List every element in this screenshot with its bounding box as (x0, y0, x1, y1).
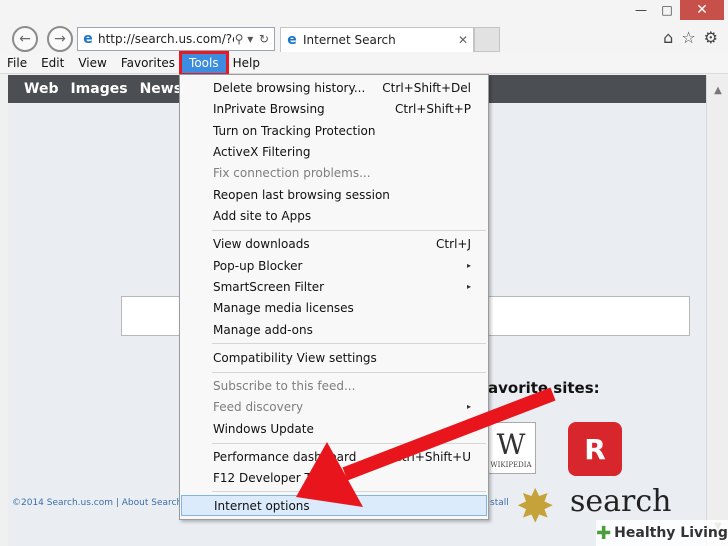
menu-item-activex-filtering[interactable]: ActiveX Filtering (181, 141, 487, 162)
menu-separator (212, 443, 486, 444)
shopping-cart-tile[interactable]: R (568, 422, 622, 476)
submenu-arrow-icon: ▸ (466, 282, 471, 291)
forward-button[interactable]: → (47, 26, 73, 52)
menu-help[interactable]: Help (226, 54, 267, 73)
new-tab-button[interactable] (474, 27, 500, 52)
minimize-button[interactable]: — (628, 0, 654, 20)
menu-view[interactable]: View (71, 54, 113, 73)
menu-item-manage-media-licenses[interactable]: Manage media licenses (181, 297, 487, 318)
menu-edit[interactable]: Edit (34, 54, 71, 73)
scroll-up-icon[interactable]: ▲ (707, 85, 728, 96)
healthy-living-badge: ✚ Healthy Living (596, 520, 728, 546)
footer-install-link[interactable]: stall (490, 498, 509, 508)
menu-item-smartscreen-filter[interactable]: SmartScreen Filter ▸ (181, 276, 487, 297)
back-arrow-icon: ← (19, 31, 31, 47)
maximize-button[interactable]: □ (654, 0, 680, 20)
menu-item-tracking-protection[interactable]: Turn on Tracking Protection (181, 120, 487, 141)
tools-menu: Delete browsing history... Ctrl+Shift+De… (179, 74, 489, 520)
back-button[interactable]: ← (12, 26, 38, 52)
toolbar-icons: ⌂ ☆ ⚙ (663, 28, 718, 47)
close-button[interactable]: ✕ (680, 0, 724, 20)
menu-item-f12-developer-tools[interactable]: F12 Developer Tools (181, 467, 487, 488)
tab-internet-search[interactable]: e Internet Search ✕ (280, 27, 474, 52)
menu-item-compatibility-view[interactable]: Compatibility View settings (181, 347, 487, 368)
badge-text: Healthy Living (614, 525, 728, 541)
favorites-star-icon[interactable]: ☆ (681, 28, 695, 47)
menu-separator (212, 343, 486, 344)
wikipedia-tile[interactable]: W WIKIPEDIA (486, 422, 536, 474)
submenu-arrow-icon: ▸ (466, 261, 471, 270)
menu-item-windows-update[interactable]: Windows Update (181, 418, 487, 439)
menu-separator (212, 491, 486, 492)
home-icon[interactable]: ⌂ (663, 28, 673, 47)
menu-tools[interactable]: Tools (179, 51, 229, 76)
menu-favorites[interactable]: Favorites (114, 54, 182, 73)
plus-icon: ✚ (596, 522, 612, 544)
settings-gear-icon[interactable]: ⚙ (704, 28, 718, 47)
menu-item-subscribe-feed: Subscribe to this feed... (213, 378, 356, 393)
wikipedia-label: WIKIPEDIA (490, 460, 532, 469)
menu-item-inprivate-browsing[interactable]: InPrivate Browsing Ctrl+Shift+P (181, 98, 487, 119)
ie-favicon-icon: e (287, 32, 297, 48)
menu-item-performance-dashboard[interactable]: Performance dashboard Ctrl+Shift+U (181, 446, 487, 467)
submenu-arrow-icon: ▸ (466, 402, 471, 411)
tab-close-icon[interactable]: ✕ (453, 33, 473, 47)
menu-separator (212, 230, 486, 231)
search-logo: search (570, 484, 672, 519)
menu-item-internet-options[interactable]: Internet options (181, 495, 487, 516)
menu-separator (212, 372, 486, 373)
title-bar: — □ ✕ ← → e http://search.us.com/?c ⚲ ▾ … (0, 0, 728, 54)
tab-title: Internet Search (303, 33, 396, 47)
menu-item-manage-addons[interactable]: Manage add-ons (181, 319, 487, 340)
ie-logo-icon: e (83, 31, 93, 47)
footer-links[interactable]: ©2014 Search.us.com | About Search... (12, 498, 191, 508)
window-controls: — □ ✕ (628, 0, 724, 20)
vertical-scrollbar[interactable]: ▲ ▼ (706, 75, 728, 546)
search-dropdown-icon[interactable]: ⚲ ▾ (234, 32, 254, 46)
address-bar[interactable]: e http://search.us.com/?c ⚲ ▾ ↻ (77, 27, 275, 51)
nav-web[interactable]: Web (24, 81, 58, 97)
menu-bar: File Edit View Favorites Tools Help (0, 51, 728, 76)
forward-arrow-icon: → (54, 31, 66, 47)
menu-item-popup-blocker[interactable]: Pop-up Blocker ▸ (181, 255, 487, 276)
wikipedia-logo-icon: W (496, 427, 526, 461)
address-url[interactable]: http://search.us.com/?c (98, 32, 234, 46)
refresh-icon[interactable]: ↻ (254, 32, 274, 46)
menu-item-delete-browsing-history[interactable]: Delete browsing history... Ctrl+Shift+De… (181, 77, 487, 98)
nav-news[interactable]: News (140, 81, 182, 97)
menu-item-view-downloads[interactable]: View downloads Ctrl+J (181, 233, 487, 254)
menu-item-reopen-session[interactable]: Reopen last browsing session (181, 184, 487, 205)
favorite-sites-heading: avorite sites: (488, 379, 600, 397)
nav-images[interactable]: Images (70, 81, 127, 97)
cart-logo-icon: R (584, 432, 606, 466)
compass-star-icon: ✸ (516, 479, 555, 533)
menu-item-add-site-to-apps[interactable]: Add site to Apps (181, 205, 487, 226)
menu-file[interactable]: File (0, 54, 34, 73)
menu-item-feed-discovery: Feed discovery ▸ (213, 399, 471, 414)
menu-item-fix-connection: Fix connection problems... (213, 165, 371, 180)
